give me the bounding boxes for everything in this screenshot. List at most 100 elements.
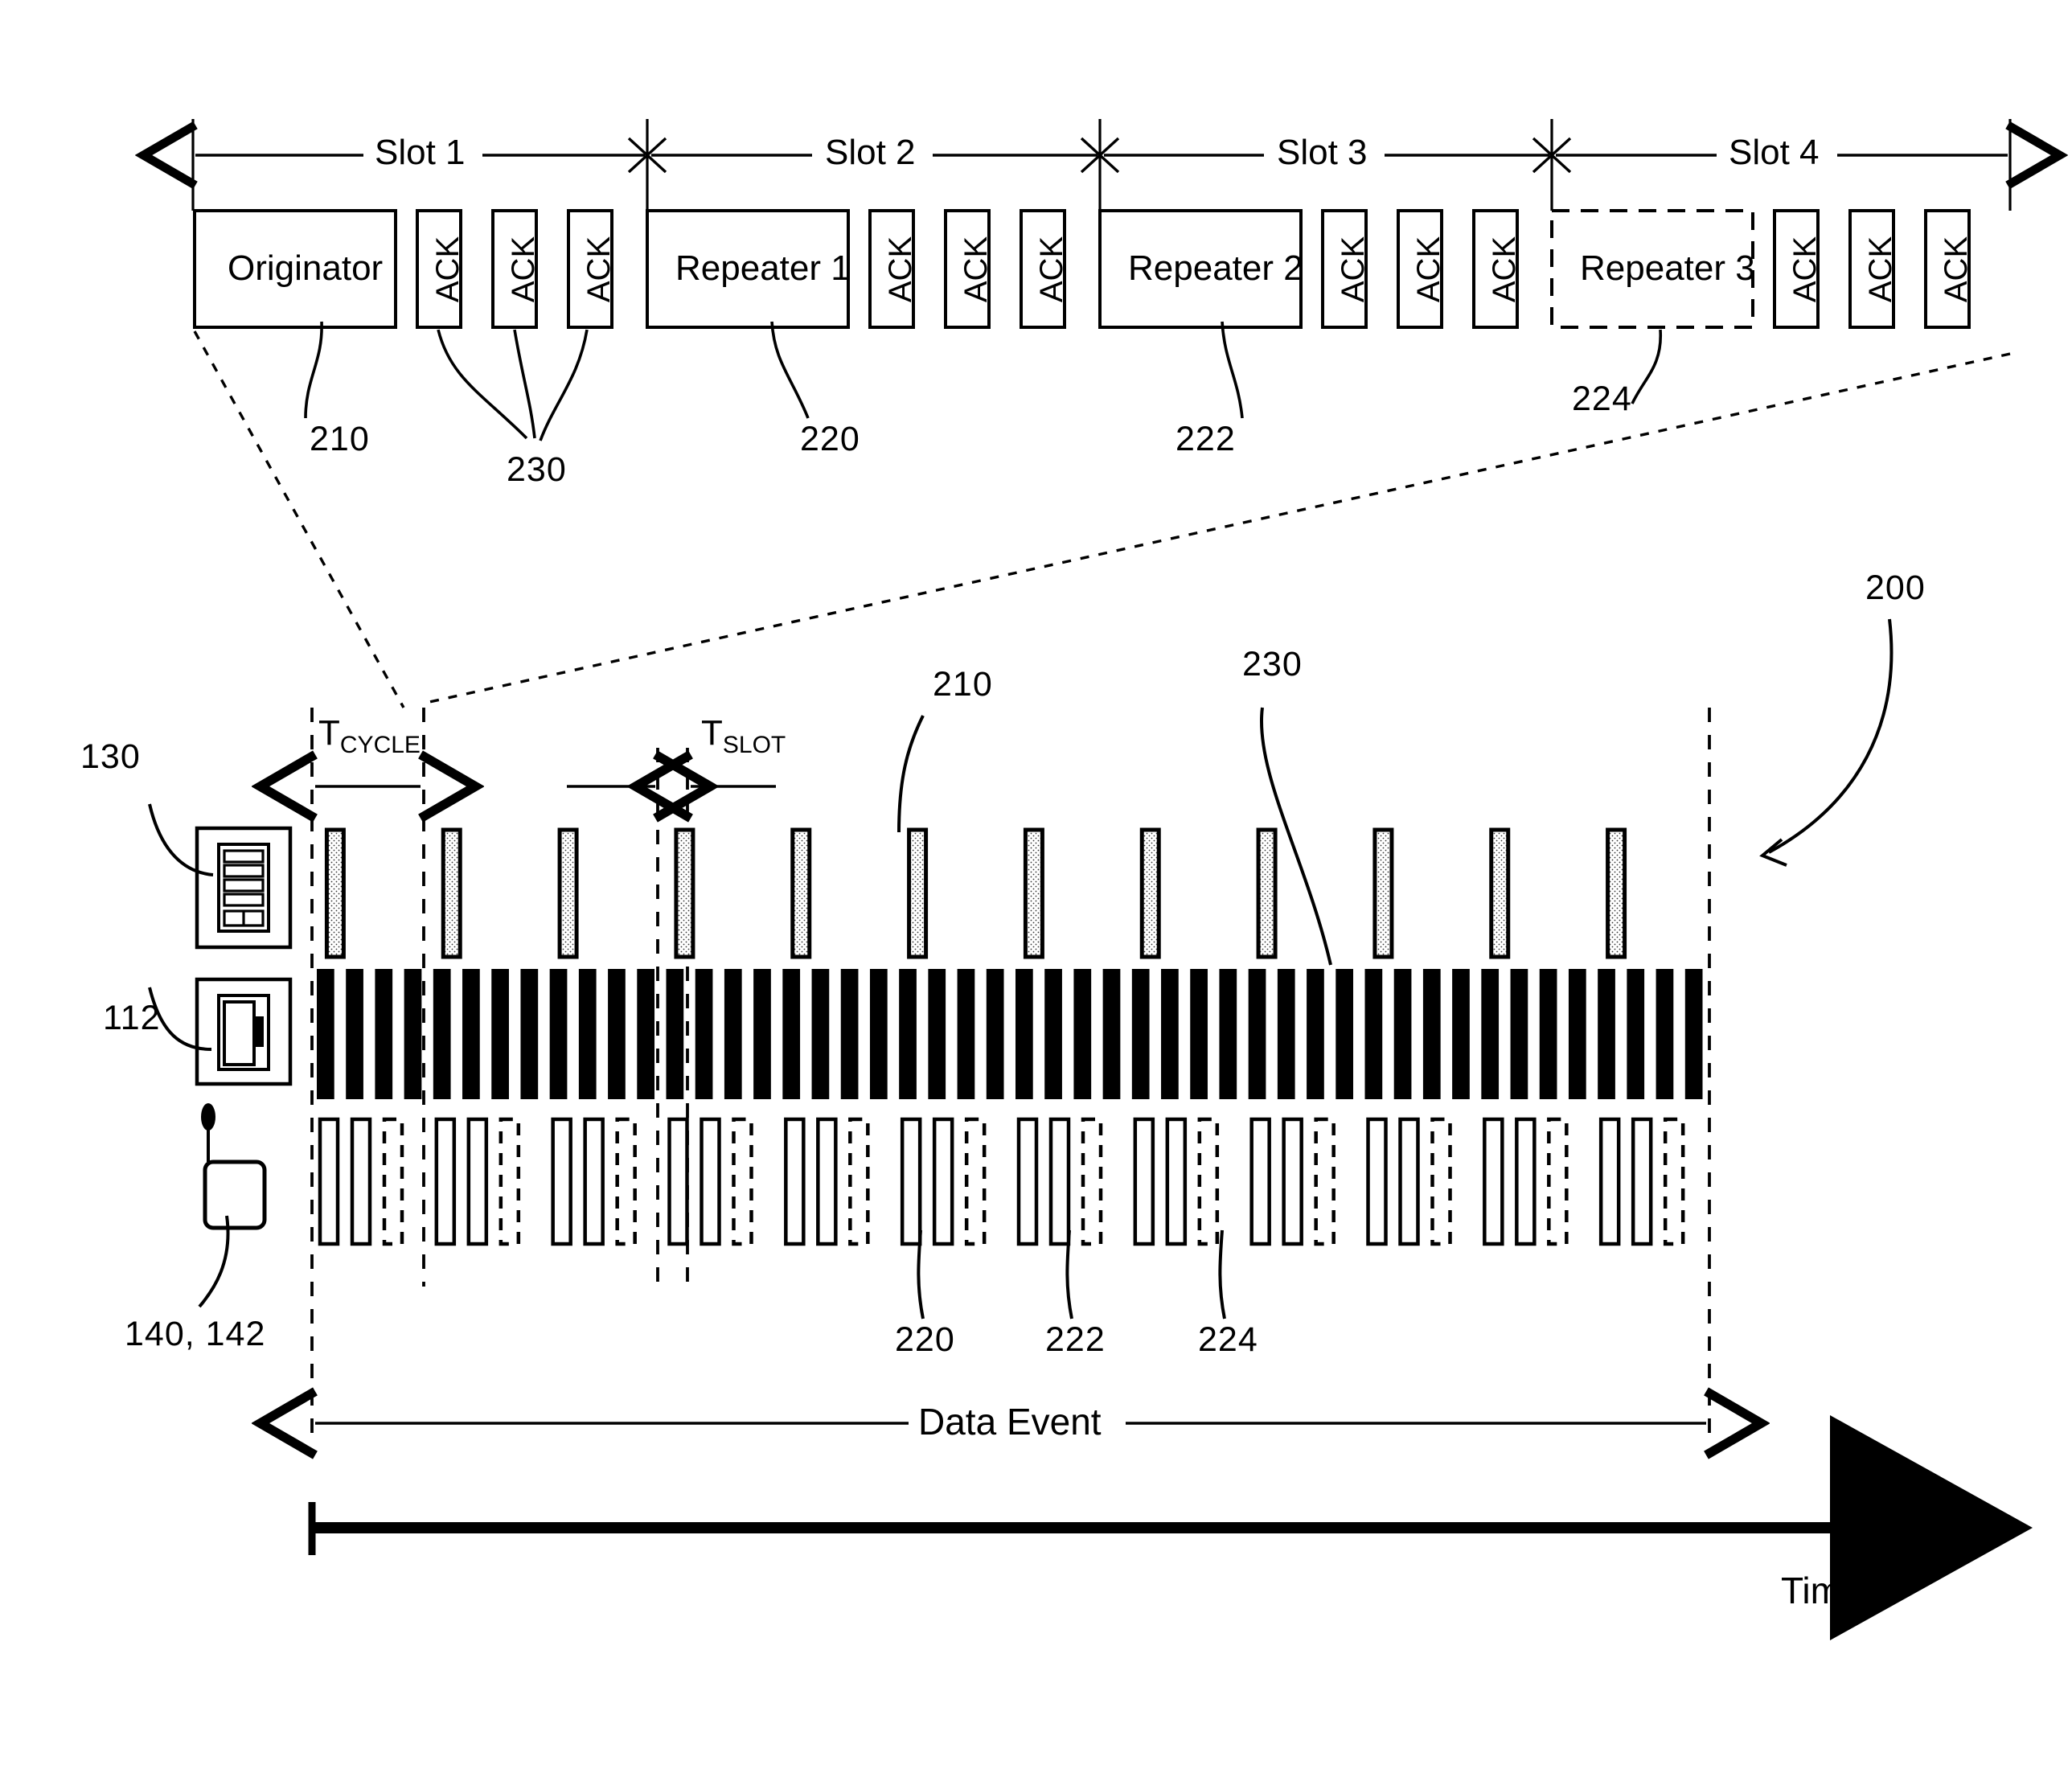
burst-pulse	[608, 969, 626, 1099]
burst-pulse	[1336, 969, 1354, 1099]
ref-220-top: 220	[800, 420, 860, 458]
ack-pulse-dashed	[1197, 1117, 1220, 1246]
t-cycle-t: T	[318, 713, 340, 753]
ack-label: ACK	[1336, 236, 1372, 303]
originator-pulse	[557, 827, 579, 959]
burst-pulse	[1102, 969, 1121, 1099]
data-event-label: Data Event	[918, 1401, 1102, 1443]
burst-pulse	[1131, 969, 1150, 1099]
originator-pulse	[1606, 827, 1627, 959]
ack-pulse	[900, 1117, 922, 1246]
burst-pulse	[317, 969, 334, 1099]
slot-label-2: Slot 2	[825, 133, 916, 172]
burst-pulse	[491, 969, 509, 1099]
burst-pulse	[1481, 969, 1500, 1099]
ack-pulse-dashed	[615, 1117, 637, 1246]
ref-224-top: 224	[1572, 380, 1632, 418]
t-cycle-sub: CYCLE	[339, 732, 421, 758]
burst-pulse	[1015, 969, 1033, 1099]
originator-pulse	[674, 827, 695, 959]
slot-label-4: Slot 4	[1729, 133, 1820, 172]
burst-pulse	[520, 969, 539, 1099]
burst-pulse	[1656, 969, 1674, 1099]
ack-pulse	[1631, 1117, 1653, 1246]
ref-210-main: 210	[933, 665, 993, 704]
t-cycle-label: TCYCLE	[318, 713, 421, 757]
ref-222-main: 222	[1045, 1320, 1106, 1359]
ref-230-main: 230	[1242, 645, 1303, 683]
ack-pulse	[667, 1117, 689, 1246]
burst-pulse	[346, 969, 363, 1099]
originator-pulse	[1139, 827, 1161, 959]
burst-pulse	[462, 969, 480, 1099]
burst-pulse	[1219, 969, 1237, 1099]
payload-label-repeater-1: Repeater 1	[675, 248, 851, 288]
burst-pulse	[1073, 969, 1092, 1099]
burst-pulse	[899, 969, 917, 1099]
ack-pulse	[1016, 1117, 1039, 1246]
burst-pulse	[375, 969, 393, 1099]
t-slot-label: TSLOT	[701, 716, 786, 757]
burst-pulse	[869, 969, 888, 1099]
ack-label: ACK	[1939, 236, 1975, 303]
burst-pulse	[549, 969, 568, 1099]
ref-130: 130	[80, 737, 141, 776]
device-icon-140-142	[201, 1103, 267, 1230]
device-icon-130	[195, 826, 293, 950]
originator-pulse-row	[324, 827, 1627, 959]
ack-label: ACK	[1034, 236, 1070, 303]
burst-pulse	[1248, 969, 1266, 1099]
ref-220-main: 220	[895, 1320, 955, 1359]
burst-pulse	[1452, 969, 1470, 1099]
ack-pulse	[1249, 1117, 1271, 1246]
burst-pulse	[433, 969, 451, 1099]
burst-pulse	[578, 969, 597, 1099]
ref-210-top: 210	[310, 420, 370, 458]
device-icon-112	[195, 977, 293, 1086]
ack-pulse	[1282, 1117, 1303, 1246]
expansion-dashed-lines	[193, 330, 2011, 708]
burst-pulse	[695, 969, 713, 1099]
t-slot-sub: SLOT	[722, 732, 786, 758]
ack-label: ACK	[883, 236, 919, 303]
burst-pulse	[782, 969, 801, 1099]
burst-pulse	[724, 969, 742, 1099]
ack-label: ACK	[581, 236, 617, 303]
originator-pulse	[790, 827, 812, 959]
burst-pulse	[1190, 969, 1208, 1099]
figure-canvas: Slot 1 Slot 2 Slot 3 Slot 4 Originator R…	[0, 0, 2072, 1769]
ack-pulse-row	[318, 1117, 1685, 1246]
burst-pulse	[1307, 969, 1324, 1099]
ref-230-top: 230	[507, 450, 567, 489]
burst-pulse	[1393, 969, 1412, 1099]
ack-label: ACK	[958, 236, 995, 303]
ack-pulse	[1398, 1117, 1420, 1246]
ack-pulse-dashed	[964, 1117, 987, 1246]
ack-pulse	[466, 1117, 489, 1246]
ack-pulse	[350, 1117, 372, 1246]
burst-pulse	[753, 969, 771, 1099]
figure-ref-leader	[1768, 618, 1894, 854]
ack-label: ACK	[1411, 236, 1447, 303]
originator-pulse	[324, 827, 346, 959]
burst-pulse	[637, 969, 655, 1099]
time-axis	[308, 1415, 2033, 1640]
payload-label-repeater-3: Repeater 3	[1580, 248, 1755, 288]
ack-pulse-dashed	[1663, 1117, 1685, 1246]
burst-pulse	[1539, 969, 1557, 1099]
ack-label: ACK	[1863, 236, 1899, 303]
ack-pulse-dashed	[848, 1117, 870, 1246]
originator-pulse	[1489, 827, 1511, 959]
device-130-leader	[148, 803, 214, 876]
burst-pulse	[1044, 969, 1062, 1099]
originator-pulse	[1023, 827, 1044, 959]
ack-pulse-dashed	[1314, 1117, 1336, 1246]
ack-pulse	[551, 1117, 572, 1246]
ack-label: ACK	[1487, 236, 1523, 303]
payload-label-originator: Originator	[228, 248, 384, 288]
originator-pulse	[441, 827, 462, 959]
burst-pulse	[840, 969, 859, 1099]
ack-pulse	[1165, 1117, 1188, 1246]
ack-pulse	[1048, 1117, 1071, 1246]
payload-label-repeater-2: Repeater 2	[1128, 248, 1303, 288]
